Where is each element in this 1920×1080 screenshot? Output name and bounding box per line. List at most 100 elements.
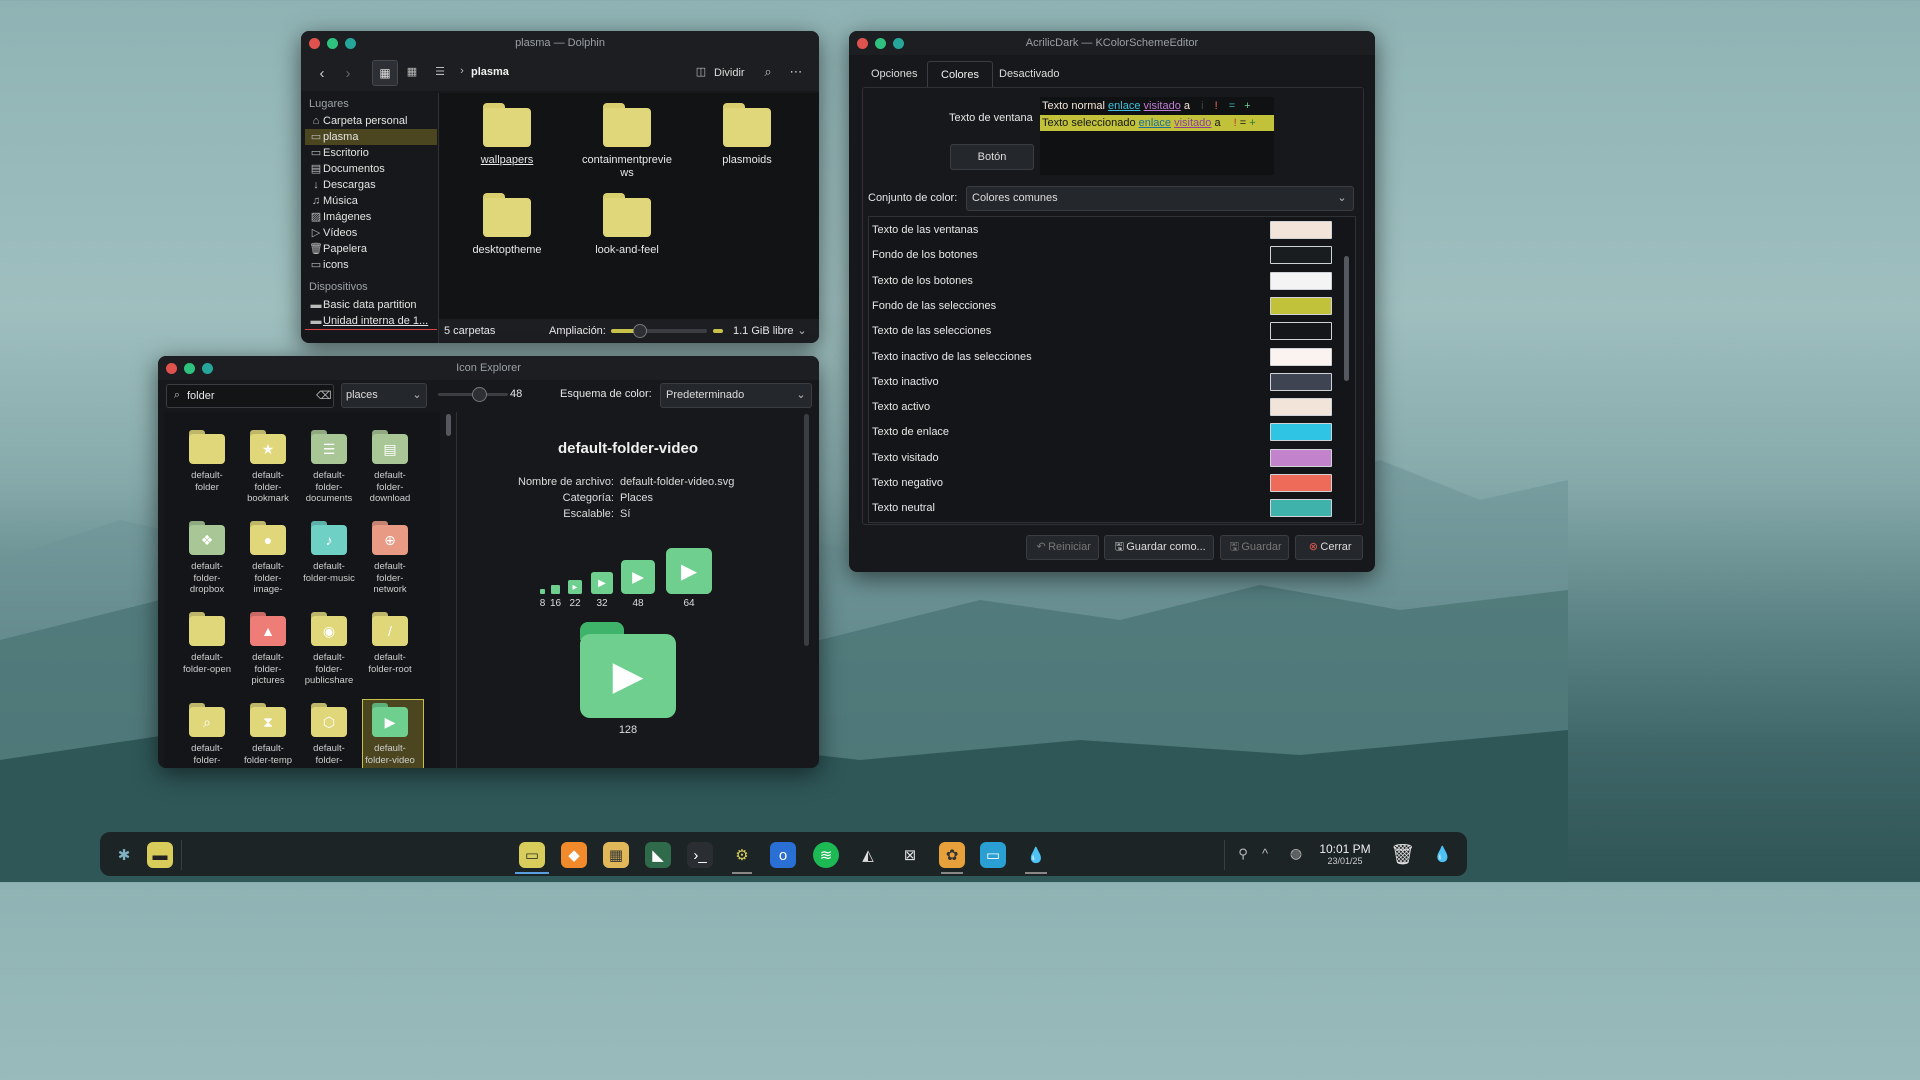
terminal-green-icon[interactable]: ◣ [645, 842, 671, 868]
sidebar-item-plasma[interactable]: ▭ plasma [305, 129, 437, 145]
color-swatch-button[interactable] [1270, 322, 1332, 341]
folder-look-and-feel[interactable] [603, 193, 651, 237]
clear-icon[interactable]: ⌫ [316, 389, 332, 402]
sidebar-item-icons[interactable]: ▭ icons [305, 257, 437, 273]
folder-icon[interactable]: ● [250, 521, 286, 555]
inkscape-icon[interactable]: ◭ [855, 842, 881, 868]
details-view-icon[interactable]: ☰ [433, 65, 447, 78]
breadcrumb[interactable]: plasma [471, 66, 509, 78]
color-swatch-button[interactable] [1270, 271, 1332, 290]
color-swatch-button[interactable] [1270, 221, 1332, 239]
tab-colors[interactable]: Colores [927, 61, 993, 88]
trash-icon[interactable]: 🗑 [1390, 842, 1415, 867]
back-icon[interactable]: ‹ [315, 65, 329, 82]
icon-label: default- [191, 470, 223, 481]
remote-desktop-icon[interactable]: ▭ [980, 842, 1006, 868]
folder-wallpapers[interactable] [483, 103, 531, 147]
scheme-select[interactable]: Predeterminado ⌄ [660, 383, 812, 408]
sidebar-item-music[interactable]: ♫ Música [305, 193, 437, 209]
folder-icon[interactable]: ▲ [250, 612, 286, 646]
color-swatch-button[interactable] [1270, 372, 1332, 391]
clock-date[interactable]: 23/01/25 [1318, 856, 1372, 866]
chevron-down-icon[interactable]: ⌄ [795, 324, 809, 337]
app-launcher-icon[interactable]: ✱ [111, 842, 137, 868]
forward-icon[interactable]: › [341, 65, 355, 82]
folder-icon[interactable] [189, 612, 225, 646]
split-button[interactable]: Dividir [714, 67, 745, 79]
zoom-slider[interactable] [611, 324, 707, 338]
icon-label: default- [374, 652, 406, 663]
grid-scrollbar[interactable] [446, 414, 451, 436]
tray-expand-icon[interactable]: ^ [1258, 846, 1272, 861]
color-list-scrollbar[interactable] [1344, 256, 1349, 381]
terminal-icon[interactable]: ›_ [687, 842, 713, 868]
gitkraken-icon[interactable]: ◆ [561, 842, 587, 868]
color-swatch-button[interactable] [1270, 448, 1332, 467]
save-as-button[interactable]: 🖫 Guardar como... [1104, 535, 1214, 560]
folder-icon[interactable]: ⊕ [372, 521, 408, 555]
icons-view-button[interactable]: ▦ [372, 60, 398, 86]
folder-icon[interactable]: ★ [250, 430, 286, 464]
folder-icon[interactable]: ▤ [372, 430, 408, 464]
folder-icon[interactable]: ⬡ [311, 703, 347, 737]
free-space[interactable]: 1.1 GiB libre [733, 325, 794, 337]
folder-icon[interactable]: ▶ [372, 703, 408, 737]
sidebar-device-partition[interactable]: ▬ Basic data partition [305, 297, 437, 313]
preview-button[interactable]: Botón [950, 144, 1034, 170]
close-button[interactable]: ⊗ Cerrar [1295, 535, 1363, 560]
settings-icon[interactable]: ⚙ [729, 842, 755, 868]
color-swatch-button[interactable] [1270, 398, 1332, 417]
split-icon[interactable]: ◫ [694, 65, 708, 78]
folder-desktoptheme[interactable] [483, 193, 531, 237]
drop-icon[interactable]: 💧 [1433, 845, 1452, 863]
folder-icon[interactable]: / [372, 612, 408, 646]
color-swatch-button[interactable] [1270, 296, 1332, 315]
tab-options[interactable]: Opciones [871, 68, 917, 80]
compact-view-icon[interactable]: ▦ [405, 65, 419, 78]
menu-icon[interactable]: ⋯ [789, 64, 803, 80]
sidebar-item-trash[interactable]: 🗑Papelera [305, 241, 437, 257]
sidebar-item-desktop[interactable]: ▭ Escritorio [305, 145, 437, 161]
search-input[interactable]: ⌕ folder ⌫ [166, 384, 334, 408]
spotify-icon[interactable]: ≋ [813, 842, 839, 868]
network-icon[interactable]: ◍ [1289, 845, 1303, 862]
folder-icon[interactable]: ◉ [311, 612, 347, 646]
sidebar-item-downloads[interactable]: ↓ Descargas [305, 177, 437, 193]
folder-plasmoids[interactable] [723, 103, 771, 147]
sidebar-item-documents[interactable]: ▤ Documentos [305, 161, 437, 177]
color-swatch-button[interactable] [1270, 423, 1332, 442]
store-icon[interactable]: ▦ [603, 842, 629, 868]
color-swatch-button[interactable] [1270, 246, 1332, 265]
color-picker-icon[interactable]: 💧 [1023, 842, 1049, 868]
folder-icon[interactable]: ⌕ [189, 703, 225, 737]
color-swatch-button[interactable] [1270, 499, 1332, 518]
category-select[interactable]: places ⌄ [341, 383, 427, 408]
files-icon[interactable]: ▭ [519, 842, 545, 868]
sidebar-item-videos[interactable]: ▷ Vídeos [305, 225, 437, 241]
icon-label: folder- [254, 481, 282, 493]
color-swatch-button[interactable] [1270, 347, 1332, 366]
folder-containmentpreviews[interactable] [603, 103, 651, 147]
tab-disabled[interactable]: Desactivado [999, 68, 1060, 80]
outlook-icon[interactable]: o [770, 842, 796, 868]
folder-icon[interactable]: ❖ [189, 521, 225, 555]
save-button[interactable]: 🖫 Guardar [1220, 535, 1289, 560]
folder-icon[interactable]: ☰ [311, 430, 347, 464]
pager-icon[interactable]: ▬ [147, 842, 173, 868]
folder-icon[interactable] [189, 430, 225, 464]
sidebar-item-home[interactable]: ⌂ Carpeta personal [305, 113, 437, 129]
location-icon[interactable]: ⚲ [1236, 846, 1250, 862]
clock-time[interactable]: 10:01 PM [1318, 842, 1372, 856]
size-slider[interactable] [438, 387, 508, 402]
color-swatch-button[interactable] [1270, 474, 1332, 492]
image-viewer-icon[interactable]: ⊠ [897, 842, 923, 868]
reset-button[interactable]: ↶ Reiniciar [1026, 535, 1099, 560]
gimp-icon[interactable]: ✿ [939, 842, 965, 868]
color-set-select[interactable]: Colores comunes ⌄ [966, 186, 1354, 211]
search-icon[interactable]: ⌕ [761, 64, 775, 80]
detail-scrollbar[interactable] [804, 414, 809, 646]
sidebar-item-pictures[interactable]: ▨ Imágenes [305, 209, 437, 225]
sidebar-device-internal[interactable]: ▬ Unidad interna de 1... [305, 313, 437, 330]
folder-icon[interactable]: ⧗ [250, 703, 286, 737]
folder-icon[interactable]: ♪ [311, 521, 347, 555]
